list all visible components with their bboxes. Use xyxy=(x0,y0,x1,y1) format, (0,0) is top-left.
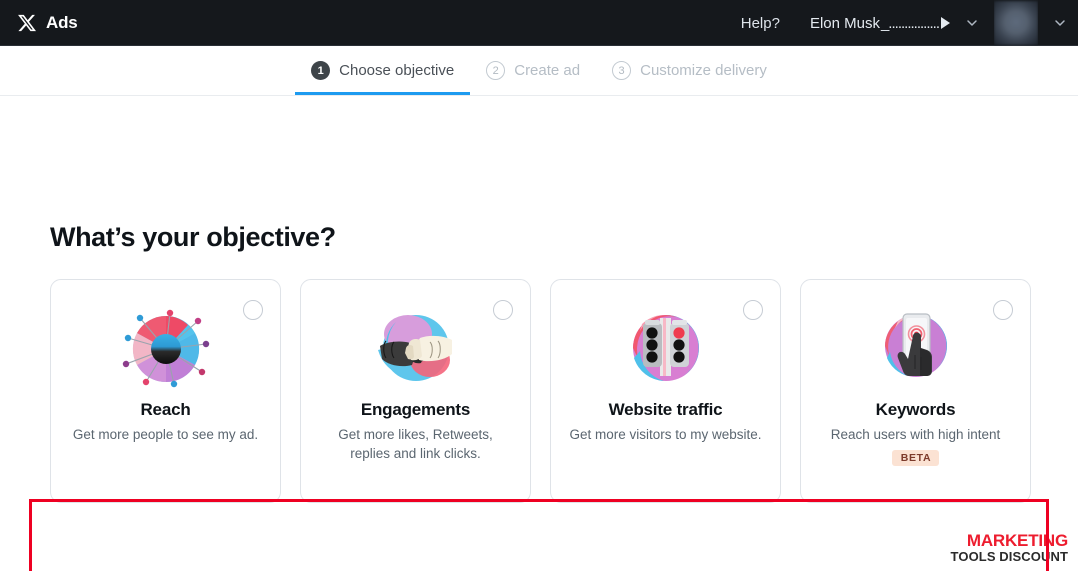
progress-stepper: 1 Choose objective 2 Create ad 3 Customi… xyxy=(0,46,1078,96)
brand-logo-area[interactable]: Ads xyxy=(17,13,78,33)
page-title: What’s your objective? xyxy=(50,222,336,252)
fist-bump-icon xyxy=(368,308,464,390)
card-description-website-traffic: Get more visitors to my website. xyxy=(569,427,762,442)
phone-tap-icon xyxy=(868,308,964,390)
radio-button-website-traffic[interactable] xyxy=(743,300,763,320)
help-link[interactable]: Help? xyxy=(741,15,780,32)
avatar-image xyxy=(994,1,1038,45)
watermark-line-1: MARKETING xyxy=(966,531,1068,550)
step-label-2: Create ad xyxy=(514,62,581,79)
reach-network-icon xyxy=(118,308,214,390)
objective-card-list: Reach Get more people to see my ad. Enga… xyxy=(50,279,1078,503)
account-name-text: Elon Musk xyxy=(809,14,880,32)
watermark-line-2: TOOLS DISCOUNT xyxy=(950,549,1068,564)
account-name-display[interactable]: Elon Musk _................ xyxy=(810,15,950,32)
x-logo-icon xyxy=(18,14,37,31)
top-navigation-bar: Ads Help? Elon Musk _................ xyxy=(0,0,1078,46)
objective-card-keywords[interactable]: Keywords Reach users with high intent BE… xyxy=(800,279,1031,503)
card-title-reach: Reach xyxy=(140,400,191,419)
card-description-keywords: Reach users with high intent xyxy=(830,427,1001,442)
step-choose-objective[interactable]: 1 Choose objective xyxy=(295,46,471,95)
card-title-keywords: Keywords xyxy=(875,400,956,419)
main-content: What’s your objective? Reach Get more pe… xyxy=(0,222,1078,571)
stepper-steps: 1 Choose objective 2 Create ad 3 Customi… xyxy=(295,46,783,95)
play-triangle-icon xyxy=(941,16,950,29)
annotation-highlight-box xyxy=(29,499,1049,571)
chevron-down-icon-right[interactable] xyxy=(1052,15,1068,31)
step-number-2: 2 xyxy=(486,61,506,80)
objective-card-reach[interactable]: Reach Get more people to see my ad. xyxy=(50,279,281,503)
radio-button-reach[interactable] xyxy=(243,300,263,320)
objective-card-website-traffic[interactable]: Website traffic Get more visitors to my … xyxy=(550,279,781,503)
traffic-light-icon xyxy=(618,308,714,390)
card-title-website-traffic: Website traffic xyxy=(608,400,723,419)
step-label-1: Choose objective xyxy=(339,62,455,79)
avatar[interactable] xyxy=(994,0,1038,46)
account-name-redaction: _................ xyxy=(880,14,940,32)
card-title-engagements: Engagements xyxy=(360,400,471,419)
step-number-3: 3 xyxy=(612,61,632,80)
card-description-reach: Get more people to see my ad. xyxy=(72,427,259,442)
step-customize-delivery[interactable]: 3 Customize delivery xyxy=(596,46,783,95)
objective-card-engagements[interactable]: Engagements Get more likes, Retweets, re… xyxy=(300,279,531,503)
brand-name: Ads xyxy=(46,12,78,32)
step-label-3: Customize delivery xyxy=(640,62,767,79)
radio-button-engagements[interactable] xyxy=(493,300,513,320)
status-badge-beta: BETA xyxy=(891,449,940,466)
radio-button-keywords[interactable] xyxy=(993,300,1013,320)
step-number-1: 1 xyxy=(311,61,331,80)
card-description-engagements: Get more likes, Retweets, replies and li… xyxy=(338,427,493,461)
watermark-logo: MARKETING TOOLS DISCOUNT xyxy=(950,531,1069,564)
step-create-ad[interactable]: 2 Create ad xyxy=(470,46,596,95)
chevron-down-icon-left[interactable] xyxy=(964,15,980,31)
top-bar-right-group: Help? Elon Musk _................ xyxy=(741,0,1078,46)
